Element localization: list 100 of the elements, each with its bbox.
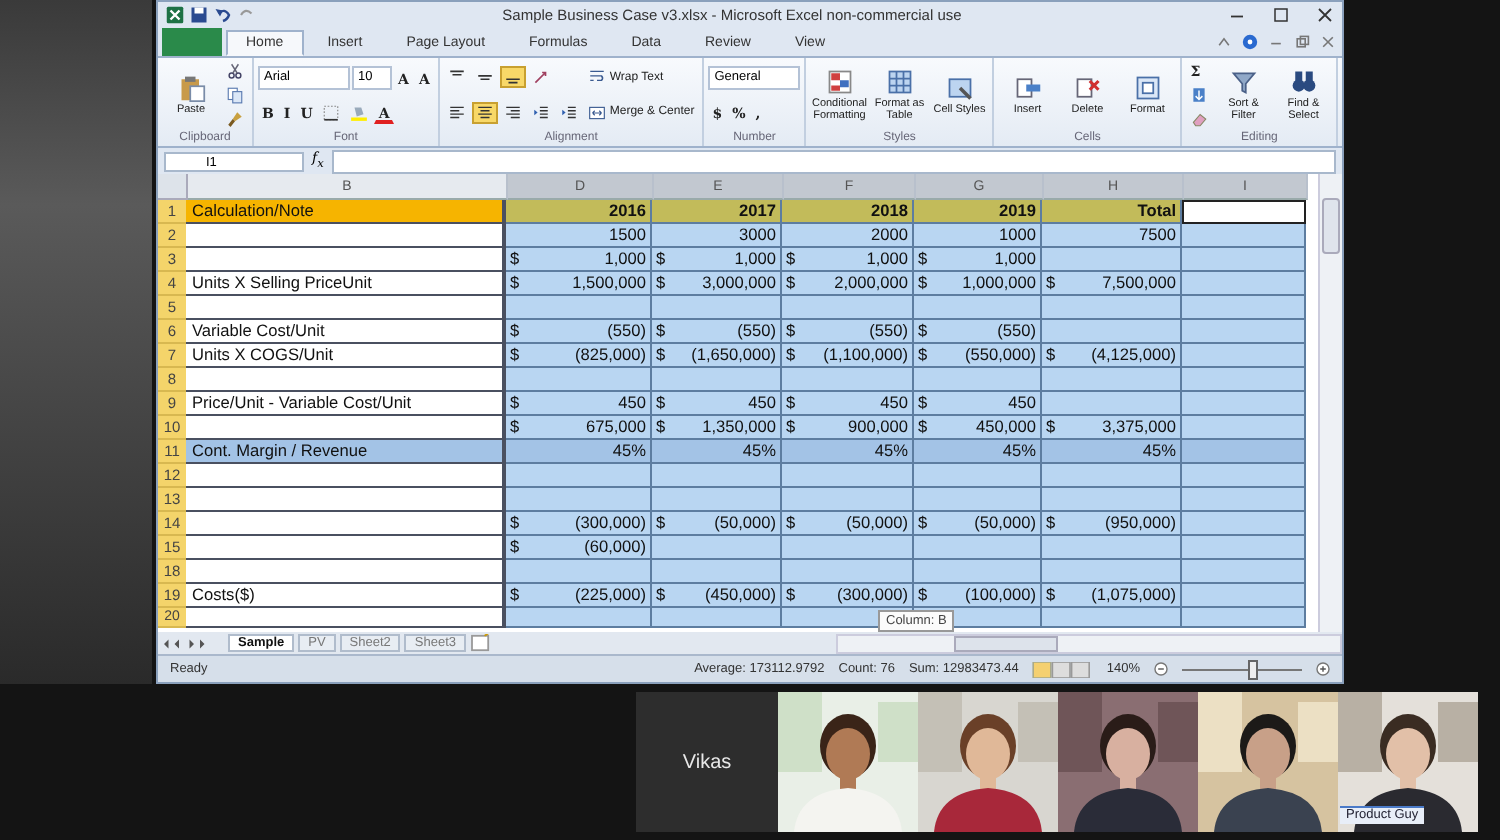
slider-thumb[interactable] [1248,659,1259,679]
table-cell: $ (950,000) [1042,512,1182,536]
toolbar-button[interactable] [499,66,526,89]
table-cell: $ 450 [506,392,652,416]
table-cell [914,536,1042,560]
table-cell: $ 900,000 [782,416,914,440]
table-cell [652,536,782,560]
table-cell [782,560,914,584]
table-cell [652,368,782,392]
table-cell: $ 1,000,000 [914,272,1042,296]
fill-down-icon [1190,85,1209,104]
indent-icon [559,103,578,122]
table-cell: 45% [652,440,782,464]
table-cell [1182,392,1306,416]
align-right-icon [503,103,522,122]
table-cell [1182,224,1306,248]
table-cell: Calculation/Note [186,200,506,224]
close-icon[interactable] [1316,5,1334,23]
delete-cells-icon [1073,74,1102,102]
horizontal-scrollbar[interactable] [836,633,1342,653]
zoom-out-icon[interactable] [1154,662,1168,676]
copy-icon [226,85,244,104]
table-cell: $ (60,000) [506,536,652,560]
table-cell [782,464,914,488]
align-center-icon [475,103,494,122]
text-angle-icon [531,68,550,87]
sort-filter-icon [1229,68,1258,96]
table-cell [1182,440,1306,464]
table-cell [1042,296,1182,320]
table-cell [652,296,782,320]
table-cell [914,464,1042,488]
vertical-scrollbar[interactable] [1318,174,1342,632]
table-cell: 2019 [914,200,1042,224]
help-icon[interactable] [1242,34,1258,50]
zoom-in-icon[interactable] [1316,662,1330,676]
table-cell [1182,368,1306,392]
table-cell [1182,608,1306,628]
table-cell: $ 1,000 [652,248,782,272]
table-cell: Cont. Margin / Revenue [186,440,506,464]
indent-icon [531,103,550,122]
table-cell: $ (50,000) [782,512,914,536]
table-cell [782,368,914,392]
table-cell [652,560,782,584]
table-cell [1182,464,1306,488]
save-icon[interactable] [190,5,208,23]
table-cell: $ 450,000 [914,416,1042,440]
table-cell [1182,512,1306,536]
table-cell: $ (550) [652,320,782,344]
align-left-icon [447,103,466,122]
table-cell [782,488,914,512]
table-cell [1182,536,1306,560]
insert-cells-icon [1013,74,1042,102]
brush-icon [226,109,244,128]
table-cell: $ (50,000) [652,512,782,536]
format-table-icon [885,68,914,96]
table-cell: $ (1,075,000) [1042,584,1182,608]
merge-icon [587,103,606,122]
maximize-icon[interactable] [1272,5,1290,23]
table-cell: $ 450 [652,392,782,416]
collapse-ribbon-icon[interactable] [1216,34,1232,50]
toolbar-button[interactable] [471,101,498,124]
table-cell: 7500 [1042,224,1182,248]
table-cell [1182,560,1306,584]
table-cell: 2016 [506,200,652,224]
table-cell: $ (1,650,000) [652,344,782,368]
toolbar-button[interactable] [222,107,248,130]
table-cell [1182,296,1306,320]
cell-styles-icon [945,74,974,102]
table-cell: $ 7,500,000 [1042,272,1182,296]
table-cell [1042,560,1182,584]
eraser-icon [1190,109,1209,128]
table-cell [1042,368,1182,392]
table-cell [1042,392,1182,416]
table-cell [1182,272,1306,296]
table-cell [782,296,914,320]
table-cell: $ (300,000) [506,512,652,536]
table-cell [1042,320,1182,344]
table-cell: 45% [782,440,914,464]
toolbar-button[interactable] [222,60,248,83]
table-cell [652,488,782,512]
restore-icon[interactable] [1294,34,1310,50]
table-cell: $ 1,350,000 [652,416,782,440]
table-cell: $ (50,000) [914,512,1042,536]
wrap-text-icon [587,68,606,87]
table-cell [1182,584,1306,608]
table-cell: $ (100,000) [914,584,1042,608]
table-cell [1042,248,1182,272]
formula-field[interactable] [331,149,1336,173]
table-cell [1042,536,1182,560]
table-cell [1182,320,1306,344]
undo-icon[interactable] [214,5,232,23]
new-sheet-icon[interactable] [470,634,493,652]
table-cell: $ (550) [782,320,914,344]
table-cell: $ 1,000 [914,248,1042,272]
border-icon [322,104,341,122]
table-cell: 45% [506,440,652,464]
table-cell [782,536,914,560]
spreadsheet-app-icon [166,5,184,23]
fill-color-icon [350,104,369,122]
table-cell: 1000 [914,224,1042,248]
